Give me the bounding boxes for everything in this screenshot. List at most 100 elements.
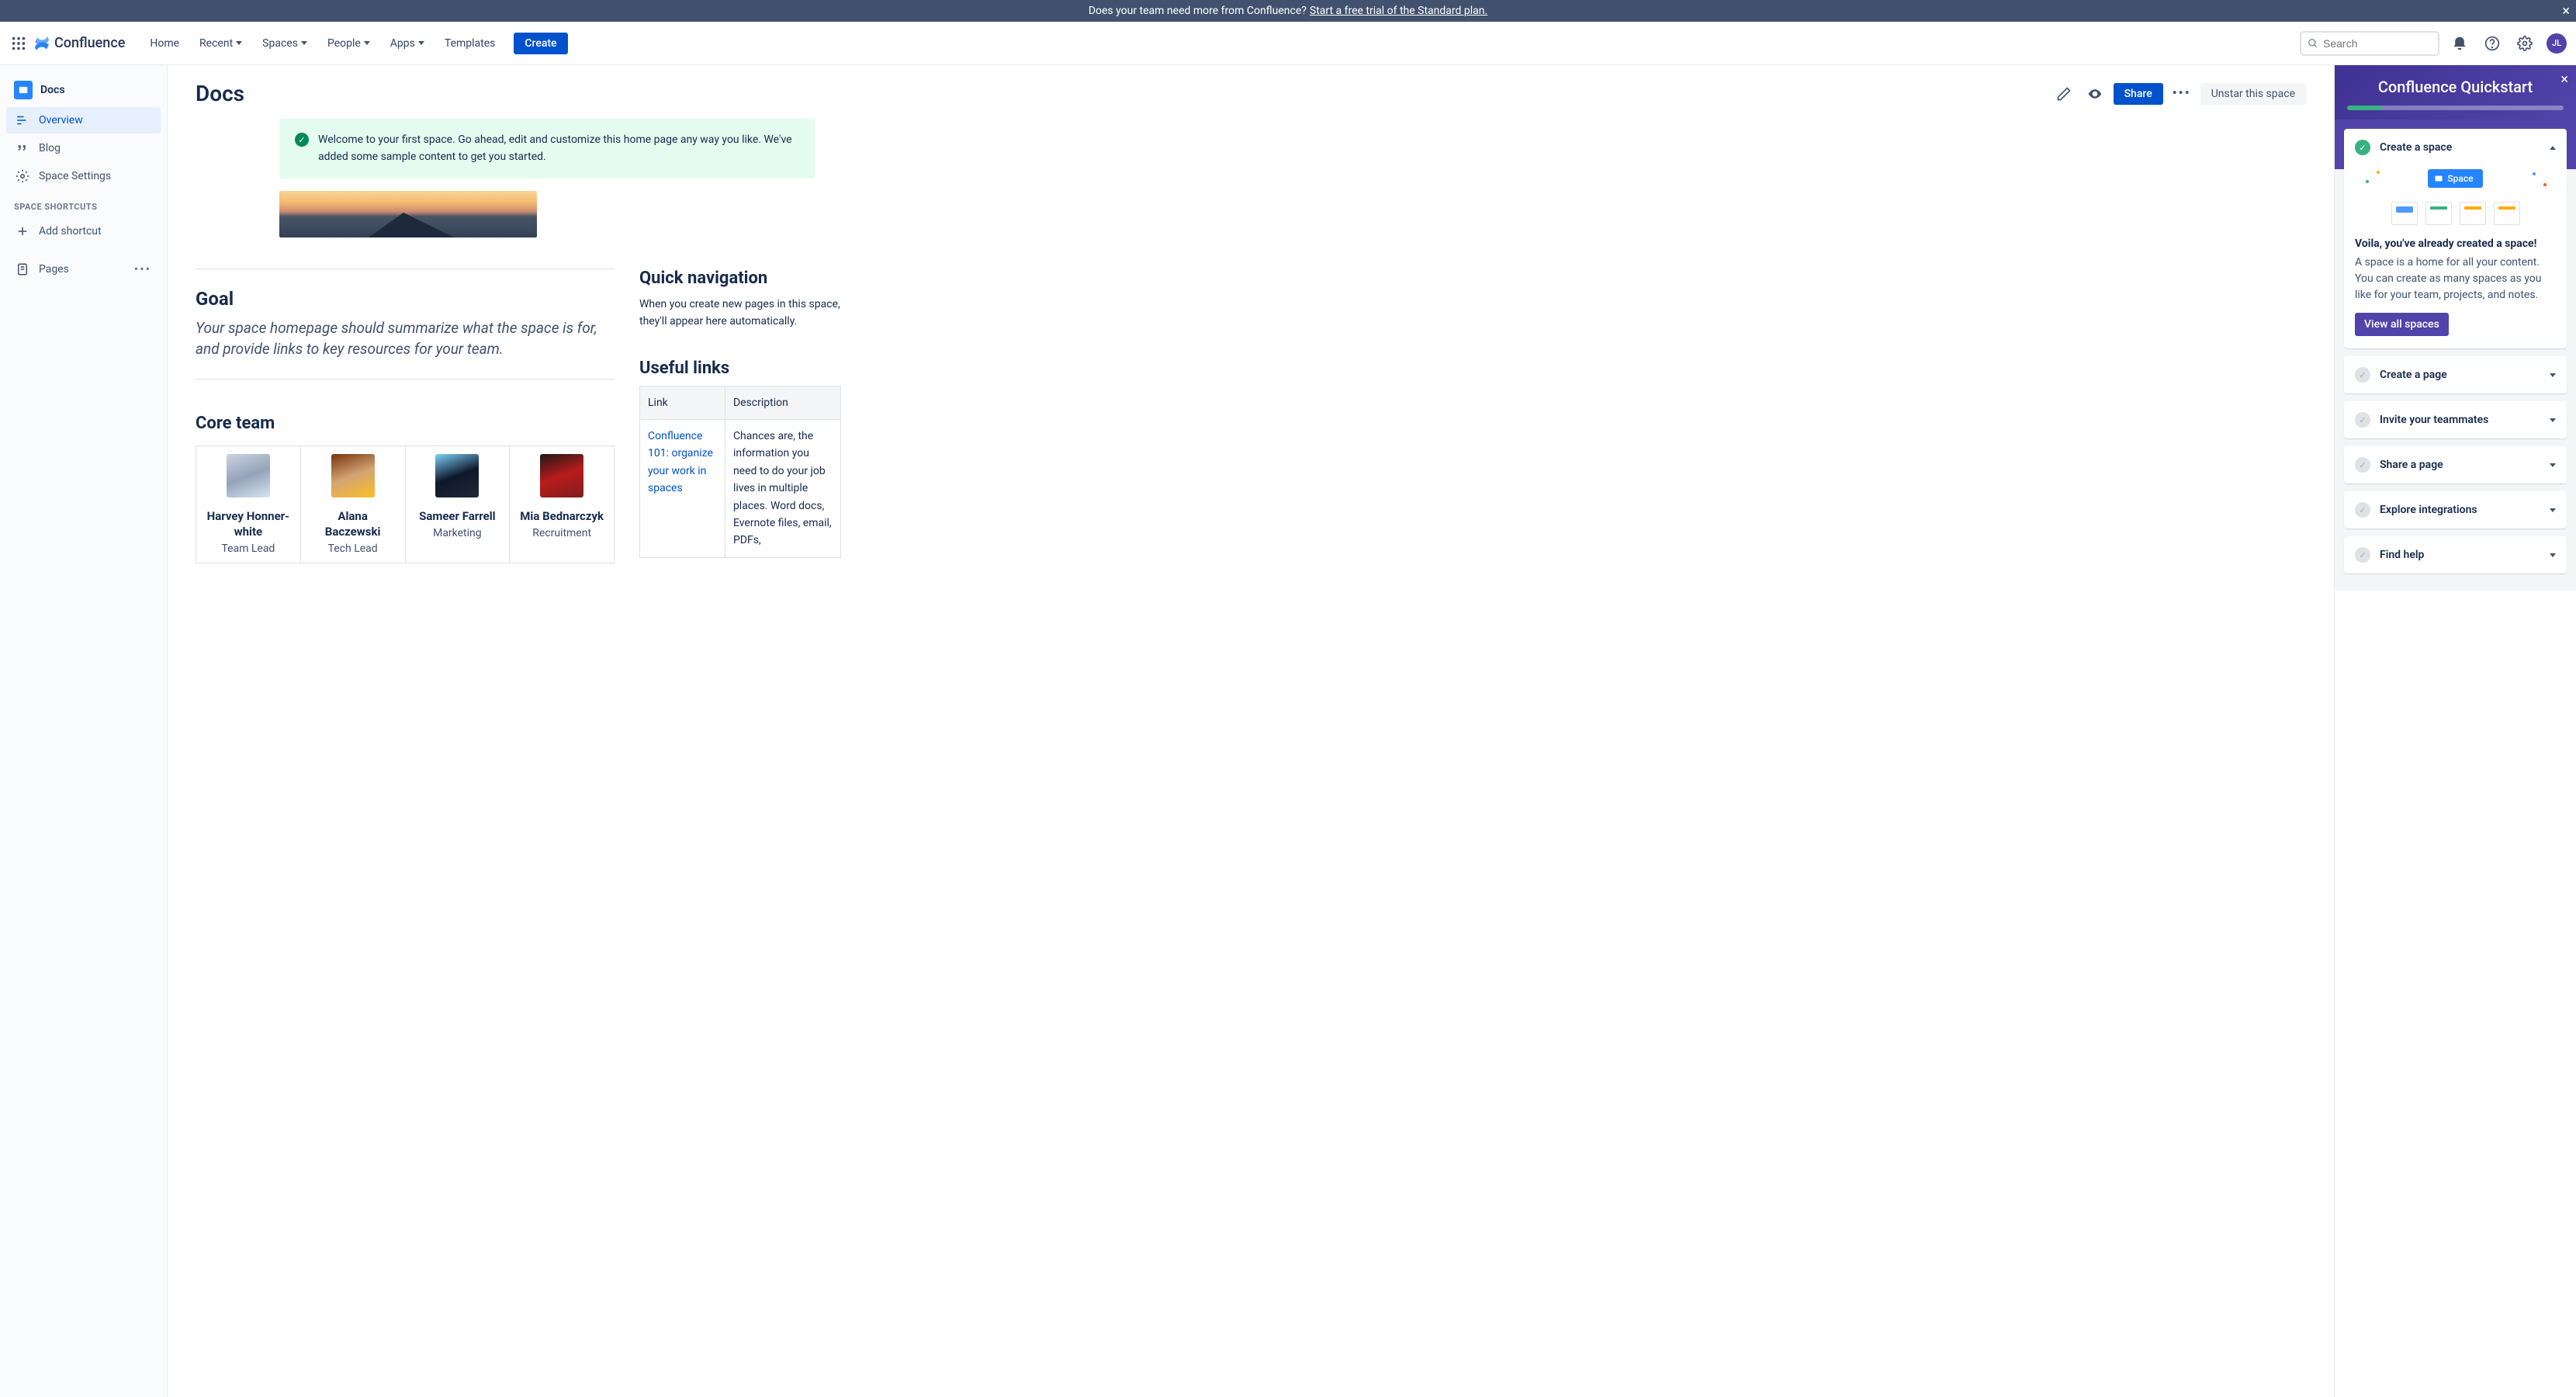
chevron-down-icon [236, 41, 242, 45]
main-content: Docs Share ••• Unstar this space ✓ Welco… [168, 65, 2334, 1397]
chevron-down-icon [2550, 373, 2556, 377]
sidebar-item-blog[interactable]: Blog [6, 135, 161, 161]
quickstart-illustration: Space [2355, 166, 2556, 228]
product-name: Confluence [54, 35, 125, 51]
nav-templates[interactable]: Templates [437, 33, 504, 54]
quickstart-step-help[interactable]: ✓ Find help [2344, 536, 2567, 574]
product-logo[interactable]: Confluence [33, 34, 125, 53]
search-input[interactable] [2300, 31, 2439, 56]
quickstart-step-share[interactable]: ✓ Share a page [2344, 446, 2567, 484]
team-member: Mia Bednarczyk Recruitment [510, 446, 614, 563]
chevron-down-icon [2550, 553, 2556, 557]
sidebar-item-space-settings[interactable]: Space Settings [6, 163, 161, 189]
team-avatar [331, 454, 375, 497]
chevron-down-icon [2550, 508, 2556, 512]
nav-apps[interactable]: Apps [383, 33, 432, 54]
team-member: Alana Baczewski Tech Lead [301, 446, 406, 563]
close-icon[interactable]: × [2560, 71, 2568, 88]
useful-link-desc: Chances are, the information you need to… [725, 419, 840, 557]
sidebar: Docs Overview Blog Space Settings SPACE … [0, 65, 168, 1397]
useful-link[interactable]: Confluence 101: organize your work in sp… [648, 430, 713, 494]
chevron-down-icon [2550, 418, 2556, 422]
sidebar-item-pages[interactable]: Pages ••• [6, 255, 161, 283]
watch-icon[interactable] [2083, 81, 2107, 106]
page-title: Docs [196, 81, 2051, 106]
check-icon: ✓ [2355, 412, 2370, 428]
promo-banner: Does your team need more from Confluence… [0, 0, 2576, 22]
team-member: Sameer Farrell Marketing [406, 446, 511, 563]
search-field[interactable] [2323, 37, 2432, 50]
space-badge: Space [2428, 169, 2482, 188]
goal-text: Your space homepage should summarize wha… [196, 317, 615, 360]
app-switcher-icon[interactable] [9, 34, 28, 53]
quick-nav-text: When you create new pages in this space,… [639, 296, 841, 331]
quickstart-desc: A space is a home for all your content. … [2355, 255, 2556, 303]
quickstart-bold: Voila, you've already created a space! [2355, 237, 2556, 250]
nav-people[interactable]: People [320, 33, 378, 54]
create-button[interactable]: Create [514, 33, 567, 54]
divider [196, 379, 615, 380]
notifications-icon[interactable] [2447, 31, 2472, 56]
welcome-text: Welcome to your first space. Go ahead, e… [318, 131, 799, 166]
overview-icon [16, 113, 29, 127]
quick-nav-heading: Quick navigation [639, 269, 841, 288]
team-member: Harvey Honner-white Team Lead [196, 446, 301, 563]
check-icon: ✓ [2355, 502, 2370, 518]
help-icon[interactable] [2480, 31, 2505, 56]
close-icon[interactable]: × [2562, 3, 2570, 19]
nav-recent[interactable]: Recent [192, 33, 250, 54]
team-avatar [227, 454, 270, 497]
useful-links-table: Link Description Confluence 101: organiz… [639, 386, 841, 558]
check-icon: ✓ [2355, 140, 2370, 155]
space-title[interactable]: Docs [6, 75, 161, 106]
share-button[interactable]: Share [2114, 83, 2163, 105]
team-avatar [435, 454, 479, 497]
more-actions-icon[interactable]: ••• [2169, 81, 2194, 106]
unstar-button[interactable]: Unstar this space [2200, 83, 2306, 105]
quickstart-step-invite[interactable]: ✓ Invite your teammates [2344, 401, 2567, 439]
quickstart-panel: × Confluence Quickstart ✓ Create a space [2334, 65, 2576, 1397]
core-team-heading: Core team [196, 414, 615, 433]
more-icon[interactable]: ••• [134, 262, 151, 276]
edit-icon[interactable] [2051, 81, 2076, 106]
table-row: Confluence 101: organize your work in sp… [640, 419, 841, 557]
check-icon: ✓ [2355, 367, 2370, 383]
gear-icon [16, 169, 29, 183]
sidebar-item-overview[interactable]: Overview [6, 107, 161, 133]
shortcuts-header: SPACE SHORTCUTS [6, 189, 161, 217]
user-avatar[interactable]: JL [2547, 33, 2567, 54]
quickstart-title: Confluence Quickstart [2347, 78, 2564, 96]
chevron-up-icon [2550, 146, 2556, 150]
check-icon: ✓ [2355, 457, 2370, 473]
welcome-panel: ✓ Welcome to your first space. Go ahead,… [279, 119, 815, 179]
table-header-link: Link [640, 386, 725, 419]
chevron-down-icon [364, 41, 370, 45]
page-icon [16, 262, 29, 276]
banner-text: Does your team need more from Confluence… [1089, 5, 1307, 17]
global-header: Confluence Home Recent Spaces People App… [0, 22, 2576, 65]
team-grid: Harvey Honner-white Team Lead Alana Bacz… [196, 445, 615, 564]
nav-home[interactable]: Home [142, 33, 187, 54]
banner-link[interactable]: Start a free trial of the Standard plan. [1310, 5, 1487, 17]
add-shortcut[interactable]: Add shortcut [6, 218, 161, 244]
progress-bar [2347, 106, 2564, 110]
quickstart-step-integrations[interactable]: ✓ Explore integrations [2344, 491, 2567, 529]
quickstart-step-create-space: ✓ Create a space Space [2344, 129, 2567, 348]
view-spaces-button[interactable]: View all spaces [2355, 313, 2449, 336]
table-header-desc: Description [725, 386, 840, 419]
goal-heading: Goal [196, 288, 615, 310]
chevron-down-icon [2550, 463, 2556, 467]
plus-icon [16, 224, 29, 238]
quickstart-step-header[interactable]: ✓ Create a space [2344, 129, 2567, 166]
check-icon: ✓ [2355, 547, 2370, 563]
chevron-down-icon [301, 41, 307, 45]
chevron-down-icon [418, 41, 424, 45]
settings-icon[interactable] [2512, 31, 2537, 56]
team-avatar [540, 454, 583, 497]
nav-spaces[interactable]: Spaces [254, 33, 315, 54]
useful-links-heading: Useful links [639, 359, 841, 378]
quickstart-step-create-page[interactable]: ✓ Create a page [2344, 356, 2567, 393]
check-icon: ✓ [295, 133, 309, 147]
search-icon [2308, 37, 2318, 50]
hero-image [279, 191, 537, 237]
